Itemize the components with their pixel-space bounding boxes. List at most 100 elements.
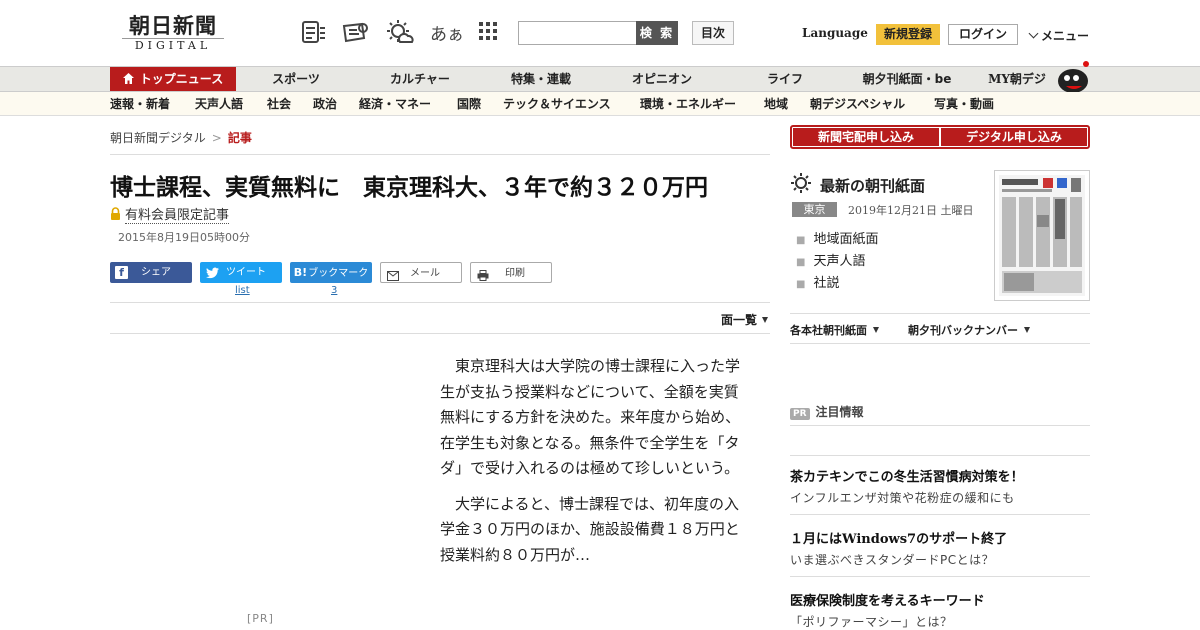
nav-features[interactable]: 特集・連載 <box>500 67 582 91</box>
region-badge[interactable]: 東京 <box>792 202 837 217</box>
bullet-icon: ■ <box>796 279 806 290</box>
menu-button[interactable]: メニュー <box>1028 27 1089 44</box>
latest-paper-heading: 最新の朝刊紙面 <box>790 172 925 198</box>
nav2-special[interactable]: 朝デジスペシャル <box>810 92 905 116</box>
divider <box>110 302 770 303</box>
article-paragraph: 東京理科大は大学院の博士課程に入った学生が支払う授業料などについて、全額を実質無… <box>440 357 741 477</box>
paper-link-editorial[interactable]: ■ 社説 <box>796 272 839 291</box>
menu-label: メニュー <box>1041 29 1090 43</box>
print-label: 印刷 <box>505 268 525 279</box>
toc-button[interactable]: 目次 <box>692 21 734 45</box>
article-body: 東京理科大は大学院の博士課程に入った学生が支払う授業料などについて、全額を実質無… <box>440 354 750 578</box>
breadcrumb-home[interactable]: 朝日新聞デジタル <box>110 131 206 145</box>
secondary-nav: 速報・新着 天声人語 社会 政治 経済・マネー 国際 テック＆サイエンス 環境・… <box>0 92 1200 116</box>
nav-sports[interactable]: スポーツ <box>256 67 336 91</box>
paper-link-label: 天声人語 <box>813 254 866 269</box>
ad-title[interactable]: 茶カテキンでこの冬生活習慣病対策を！ <box>790 466 1024 485</box>
lock-icon <box>110 207 121 224</box>
apply-home-delivery-button[interactable]: 新聞宅配申し込み <box>793 128 939 146</box>
weather-icon[interactable] <box>385 18 414 46</box>
pages-list-button[interactable]: 面一覧 <box>721 311 769 328</box>
paper-link-tenseijingo[interactable]: ■ 天声人語 <box>796 250 865 269</box>
dropdown-label: 朝夕刊バックナンバー <box>908 324 1018 337</box>
print-button[interactable]: 印刷 <box>470 262 552 283</box>
article-paragraph: 大学によると、博士課程では、初年度の入学金３０万円のほか、施設設備費１８万円と授… <box>440 494 740 564</box>
hatena-icon: B! <box>293 266 308 279</box>
nav-my-asadigi[interactable]: MY朝デジ <box>982 67 1052 91</box>
divider <box>790 425 1090 426</box>
facebook-share-button[interactable]: f シェア <box>110 262 192 283</box>
paper-link-regional[interactable]: ■ 地域面紙面 <box>796 228 878 247</box>
search-input[interactable] <box>518 21 637 45</box>
nav2-photo-video[interactable]: 写真・動画 <box>934 92 994 116</box>
paper-date: 2019年12月21日 土曜日 <box>848 204 974 217</box>
divider <box>790 576 1090 577</box>
divider <box>790 313 1090 314</box>
ad-title[interactable]: 医療保険制度を考えるキーワード <box>790 590 985 609</box>
dropdown-label: 各本社朝刊紙面 <box>790 324 867 337</box>
ad-subtitle[interactable]: いま選ぶべきスタンダードPCとは？ <box>790 551 994 568</box>
bullet-icon: ■ <box>796 257 806 268</box>
featured-info-heading: PR 注目情報 <box>790 403 864 420</box>
newspaper-thumbnail[interactable] <box>994 170 1090 301</box>
register-button[interactable]: 新規登録 <box>876 24 940 45</box>
facebook-icon: f <box>115 266 128 279</box>
divider <box>110 154 770 155</box>
twitter-share-button[interactable]: ツイート <box>200 262 282 283</box>
grid-apps-icon[interactable] <box>476 18 504 46</box>
apply-digital-button[interactable]: デジタル申し込み <box>941 128 1087 146</box>
nav2-regional[interactable]: 地域 <box>764 92 788 116</box>
font-size-icon[interactable]: あぁ <box>430 20 464 45</box>
regional-paper-dropdown[interactable]: 各本社朝刊紙面 <box>790 322 879 338</box>
pr-badge: PR <box>790 408 810 420</box>
nav2-politics[interactable]: 政治 <box>313 92 337 116</box>
news-list-icon[interactable] <box>300 18 328 46</box>
ad-subtitle[interactable]: 「ポリファーマシー」とは？ <box>790 613 953 630</box>
pages-label: 面一覧 <box>721 313 758 327</box>
twitter-list-link[interactable]: list <box>235 285 250 296</box>
hatena-label: ブックマーク <box>308 268 369 279</box>
newspaper-icon[interactable] <box>342 18 370 46</box>
language-link[interactable]: Language <box>802 26 868 40</box>
mail-share-button[interactable]: メール <box>380 262 462 283</box>
ad-subtitle[interactable]: インフルエンザ対策や花粉症の緩和にも <box>790 489 1015 506</box>
nav2-society[interactable]: 社会 <box>267 92 291 116</box>
caret-down-icon <box>762 317 769 323</box>
logo-jp-text: 朝日新聞 <box>129 13 217 38</box>
chevron-down-icon <box>1028 28 1039 39</box>
nav-life[interactable]: ライフ <box>752 67 818 91</box>
asahi-digital-logo[interactable]: 朝日新聞 DIGITAL <box>118 14 228 54</box>
nav-opinion[interactable]: オピニオン <box>620 67 704 91</box>
nav2-tenseijingo[interactable]: 天声人語 <box>195 92 243 116</box>
search-button[interactable]: 検 索 <box>636 21 678 45</box>
caret-down-icon <box>873 327 879 333</box>
printer-icon <box>477 268 489 289</box>
facebook-label: シェア <box>141 267 171 278</box>
nav-culture[interactable]: カルチャー <box>375 67 465 91</box>
mail-icon <box>387 268 399 289</box>
premium-label: 有料会員限定記事 <box>125 208 230 224</box>
nav-paper-be[interactable]: 朝夕刊紙面・be <box>855 67 959 91</box>
nav2-environment[interactable]: 環境・エネルギー <box>640 92 736 116</box>
hatena-count[interactable]: 3 <box>331 285 337 296</box>
back-number-dropdown[interactable]: 朝夕刊バックナンバー <box>908 322 1030 338</box>
login-button[interactable]: ログイン <box>948 24 1018 45</box>
nav-top-news[interactable]: トップニュース <box>110 67 236 91</box>
bullet-icon: ■ <box>796 235 806 246</box>
nav2-economy[interactable]: 経済・マネー <box>359 92 431 116</box>
divider <box>790 343 1090 344</box>
latest-paper-title: 最新の朝刊紙面 <box>820 177 926 195</box>
logo-en-text: DIGITAL <box>122 38 224 53</box>
ad-title[interactable]: １月にはWindows7のサポート終了 <box>790 528 1007 547</box>
pr-label: [PR] <box>247 612 274 625</box>
mail-label: メール <box>410 268 440 279</box>
divider <box>790 514 1090 515</box>
article-title: 博士課程、実質無料に 東京理科大、３年で約３２０万円 <box>110 175 708 201</box>
nav2-breaking[interactable]: 速報・新着 <box>110 92 170 116</box>
nav2-tech-science[interactable]: テック＆サイエンス <box>503 92 611 116</box>
hatena-bookmark-button[interactable]: B!ブックマーク <box>290 262 372 283</box>
breadcrumb-separator: > <box>211 131 222 145</box>
sun-icon <box>790 172 812 198</box>
nav2-international[interactable]: 国際 <box>457 92 481 116</box>
premium-badge[interactable]: 有料会員限定記事 <box>110 204 230 224</box>
